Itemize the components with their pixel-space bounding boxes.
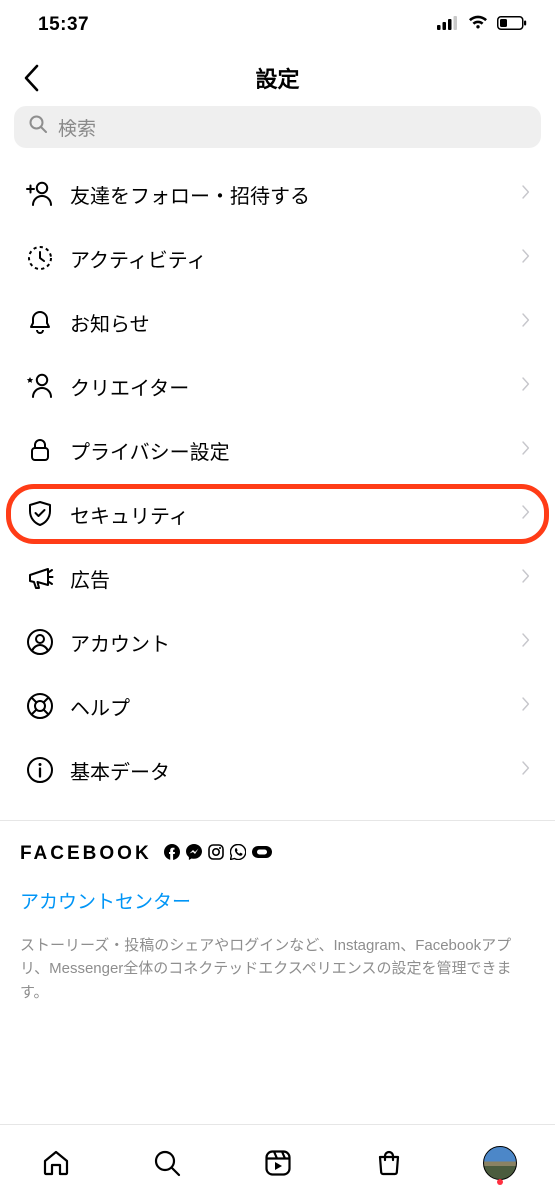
menu-item-label: 広告 [70, 564, 517, 593]
menu-item-activity[interactable]: アクティビティ [0, 226, 555, 290]
header: 設定 [0, 50, 555, 106]
menu-item-label: クリエイター [70, 372, 517, 401]
facebook-brand: FACEBOOK [20, 843, 152, 865]
tab-search[interactable] [145, 1135, 189, 1191]
whatsapp-icon [230, 844, 246, 865]
chevron-right-icon [517, 566, 535, 591]
menu-item-label: プライバシー設定 [70, 436, 517, 465]
tab-shop[interactable] [367, 1135, 411, 1191]
cell-signal-icon [437, 14, 459, 36]
menu-item-privacy[interactable]: プライバシー設定 [0, 418, 555, 482]
menu-item-label: 友達をフォロー・招待する [70, 180, 517, 209]
info-icon [20, 750, 60, 790]
chevron-right-icon [517, 502, 535, 527]
add-user-icon [20, 174, 60, 214]
shield-icon [20, 494, 60, 534]
divider [0, 820, 555, 821]
search-placeholder: 検索 [58, 114, 96, 141]
back-button[interactable] [14, 60, 50, 96]
menu-item-security[interactable]: セキュリティ [0, 482, 555, 546]
menu-item-label: 基本データ [70, 756, 517, 785]
settings-menu: 友達をフォロー・招待するアクティビティお知らせクリエイタープライバシー設定セキュ… [0, 156, 555, 802]
facebook-app-icons [164, 844, 272, 865]
bell-icon [20, 302, 60, 342]
notification-dot [497, 1179, 503, 1185]
menu-item-label: アカウント [70, 628, 517, 657]
shop-icon [374, 1148, 404, 1178]
page-title: 設定 [255, 62, 299, 94]
activity-icon [20, 238, 60, 278]
chevron-right-icon [517, 374, 535, 399]
menu-item-about[interactable]: 基本データ [0, 738, 555, 802]
menu-item-label: セキュリティ [70, 500, 517, 529]
avatar [483, 1146, 517, 1180]
tab-profile[interactable] [478, 1135, 522, 1191]
search-field[interactable]: 検索 [14, 106, 541, 148]
chevron-right-icon [517, 694, 535, 719]
menu-item-label: ヘルプ [70, 692, 517, 721]
oculus-icon [252, 845, 272, 863]
chevron-right-icon [517, 438, 535, 463]
status-bar: 15:37 [0, 0, 555, 50]
menu-item-label: アクティビティ [70, 244, 517, 273]
facebook-icon [164, 844, 180, 865]
chevron-right-icon [517, 246, 535, 271]
menu-item-ads[interactable]: 広告 [0, 546, 555, 610]
messenger-icon [186, 844, 202, 865]
status-time: 15:37 [38, 14, 89, 36]
megaphone-icon [20, 558, 60, 598]
chevron-right-icon [517, 758, 535, 783]
tab-home[interactable] [34, 1135, 78, 1191]
bottom-tab-bar [0, 1124, 555, 1200]
chevron-right-icon [517, 182, 535, 207]
menu-item-notifications[interactable]: お知らせ [0, 290, 555, 354]
lock-icon [20, 430, 60, 470]
menu-item-label: お知らせ [70, 308, 517, 337]
menu-item-account[interactable]: アカウント [0, 610, 555, 674]
instagram-icon [208, 844, 224, 865]
reels-icon [263, 1148, 293, 1178]
account-center-description: ストーリーズ・投稿のシェアやログインなど、Instagram、Facebookア… [0, 934, 555, 1004]
chevron-right-icon [517, 630, 535, 655]
menu-item-help[interactable]: ヘルプ [0, 674, 555, 738]
wifi-icon [467, 14, 489, 36]
menu-item-follow-invite[interactable]: 友達をフォロー・招待する [0, 162, 555, 226]
chevron-right-icon [517, 310, 535, 335]
help-icon [20, 686, 60, 726]
menu-item-creator[interactable]: クリエイター [0, 354, 555, 418]
home-icon [41, 1148, 71, 1178]
search-icon [152, 1148, 182, 1178]
chevron-left-icon [23, 64, 41, 92]
star-user-icon [20, 366, 60, 406]
account-icon [20, 622, 60, 662]
account-center-link[interactable]: アカウントセンター [20, 887, 535, 914]
battery-icon [497, 14, 527, 36]
status-indicators [437, 14, 527, 36]
tab-reels[interactable] [256, 1135, 300, 1191]
facebook-section: FACEBOOK アカウントセンター [0, 843, 555, 914]
search-icon [28, 114, 48, 140]
